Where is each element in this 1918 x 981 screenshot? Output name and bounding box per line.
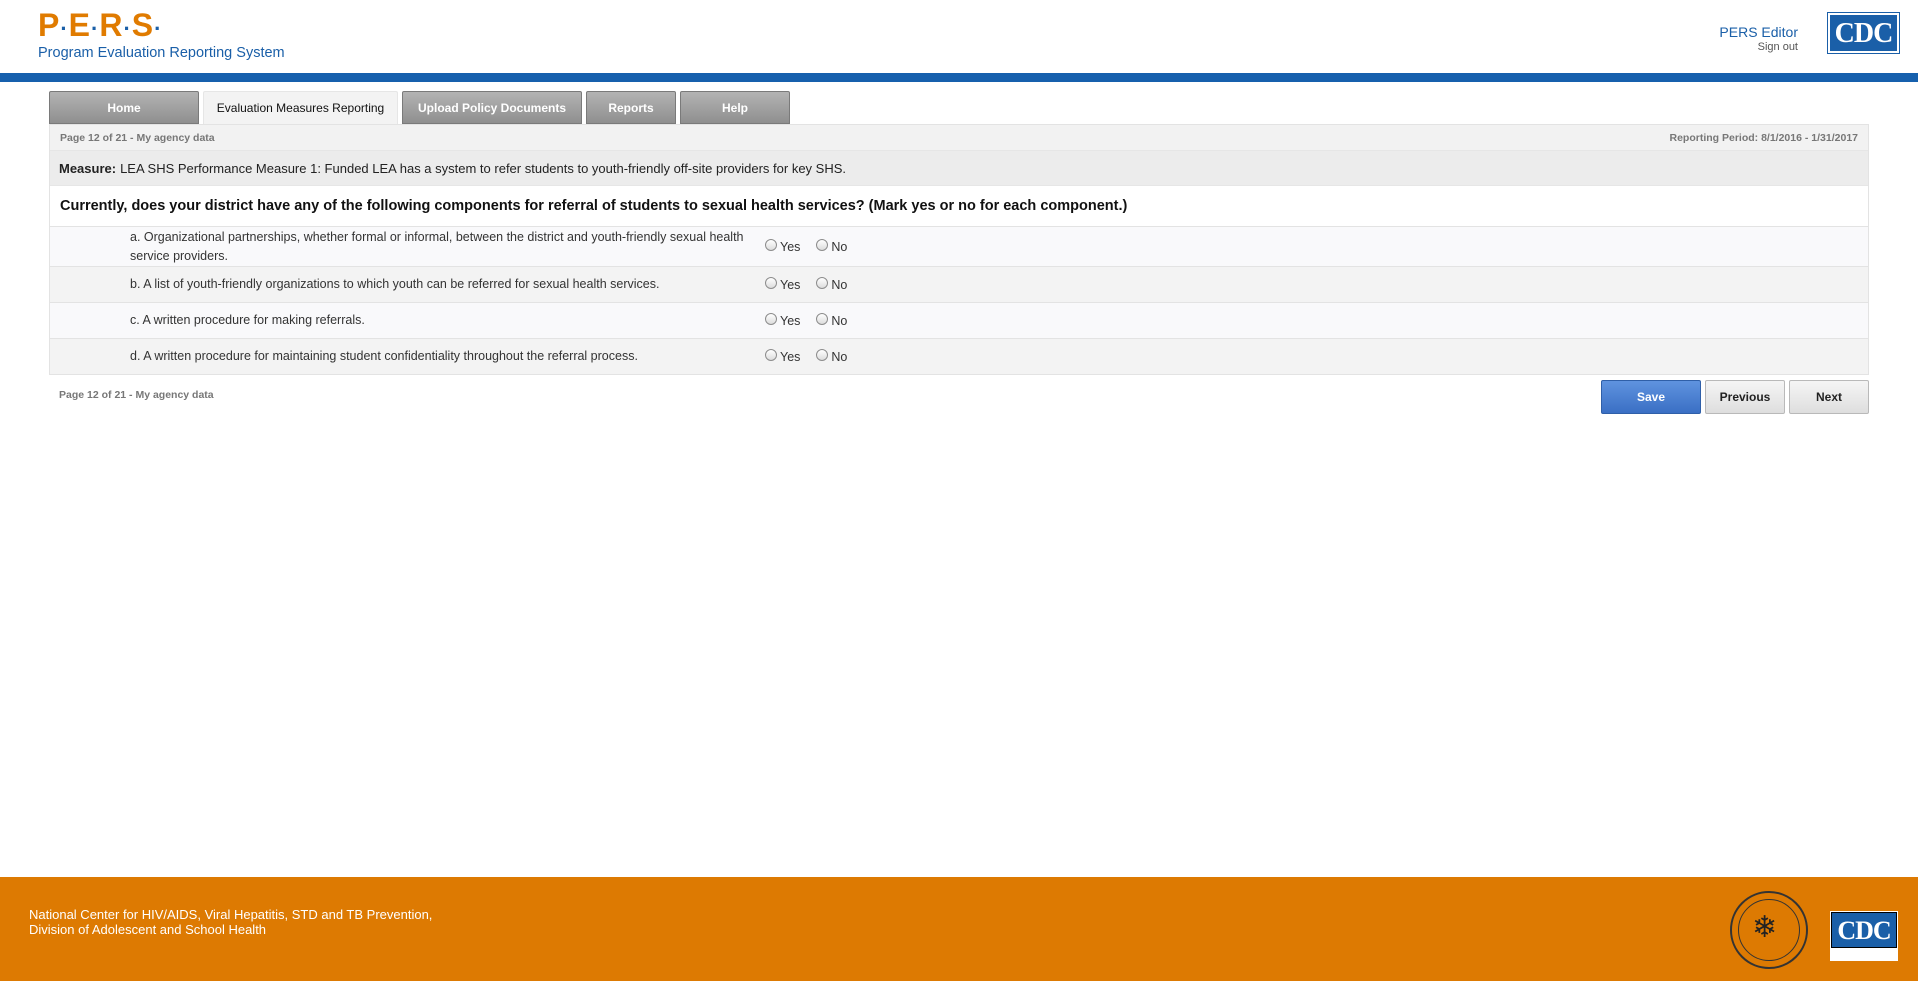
list-item: c. A written procedure for making referr… [50,302,1868,338]
pers-logo[interactable]: P·E·R·S· Program Evaluation Reporting Sy… [38,8,285,61]
survey-panel: Page 12 of 21 - My agency data Reporting… [49,124,1869,375]
item-text: c. A written procedure for making referr… [130,313,365,327]
component-list: a. Organizational partnerships, whether … [50,226,1868,374]
reporting-period: Reporting Period: 8/1/2016 - 1/31/2017 [1669,131,1859,144]
previous-button[interactable]: Previous [1705,380,1785,414]
logo-subtitle: Program Evaluation Reporting System [38,45,285,61]
save-button[interactable]: Save [1601,380,1701,414]
logo-mark: P·E·R·S· [38,7,163,43]
item-text: a. Organizational partnerships, whether … [130,229,744,263]
sign-out-link[interactable]: Sign out [1719,41,1798,53]
radio-yes[interactable] [765,277,777,289]
radio-no[interactable] [816,349,829,361]
cdc-logo[interactable]: CDC [1827,12,1900,54]
radio-no[interactable] [816,313,829,325]
hhs-seal-icon[interactable]: ❄ [1730,891,1808,969]
tab-evaluation-measures-reporting[interactable]: Evaluation Measures Reporting [203,91,398,124]
measure-label: Measure: [59,160,117,176]
measure-description: Measure: LEA SHS Performance Measure 1: … [50,150,1868,185]
user-box: PERS Editor Sign out [1719,24,1798,53]
tab-upload-policy-documents[interactable]: Upload Policy Documents [402,91,582,124]
main-tabs: Home Evaluation Measures Reporting Uploa… [49,91,794,124]
no-option[interactable]: No [816,313,847,328]
measure-text: LEA SHS Performance Measure 1: Funded LE… [120,160,847,176]
footer-cdc-mark: CDC [1831,912,1897,948]
eagle-icon: ❄ [1752,911,1778,944]
user-name[interactable]: PERS Editor [1719,24,1798,40]
footer-line-2: Division of Adolescent and School Health [29,922,267,937]
item-text: b. A list of youth-friendly organization… [130,277,660,291]
yes-no-group: Yes No [765,349,863,364]
footer-cdc-tagline [1831,948,1897,960]
site-header: P·E·R·S· Program Evaluation Reporting Sy… [0,0,1918,73]
yes-no-group: Yes No [765,277,863,292]
page-indicator-bottom: Page 12 of 21 - My agency data [59,389,214,401]
panel-top-bar: Page 12 of 21 - My agency data Reporting… [50,125,1868,150]
radio-no[interactable] [816,277,829,289]
yes-option[interactable]: Yes [765,239,800,254]
yes-option[interactable]: Yes [765,349,800,364]
radio-yes[interactable] [765,239,777,251]
yes-no-group: Yes No [765,239,863,254]
no-option[interactable]: No [816,349,847,364]
radio-no[interactable] [816,239,829,251]
next-button[interactable]: Next [1789,380,1869,414]
tab-reports[interactable]: Reports [586,91,676,124]
yes-no-group: Yes No [765,313,863,328]
no-option[interactable]: No [816,277,847,292]
list-item: d. A written procedure for maintaining s… [50,338,1868,374]
question-text: Currently, does your district have any o… [50,185,1868,226]
list-item: a. Organizational partnerships, whether … [50,226,1868,266]
page-indicator: Page 12 of 21 - My agency data [60,131,215,144]
site-footer: National Center for HIV/AIDS, Viral Hepa… [0,877,1918,981]
radio-yes[interactable] [765,313,777,325]
footer-line-1: National Center for HIV/AIDS, Viral Hepa… [29,907,433,922]
list-item: b. A list of youth-friendly organization… [50,266,1868,302]
footer-text: National Center for HIV/AIDS, Viral Hepa… [29,907,432,937]
yes-option[interactable]: Yes [765,277,800,292]
footer-cdc-logo[interactable]: CDC [1830,911,1898,961]
radio-yes[interactable] [765,349,777,361]
header-divider [0,73,1918,82]
item-text: d. A written procedure for maintaining s… [130,349,638,363]
no-option[interactable]: No [816,239,847,254]
tab-home[interactable]: Home [49,91,199,124]
yes-option[interactable]: Yes [765,313,800,328]
tab-help[interactable]: Help [680,91,790,124]
